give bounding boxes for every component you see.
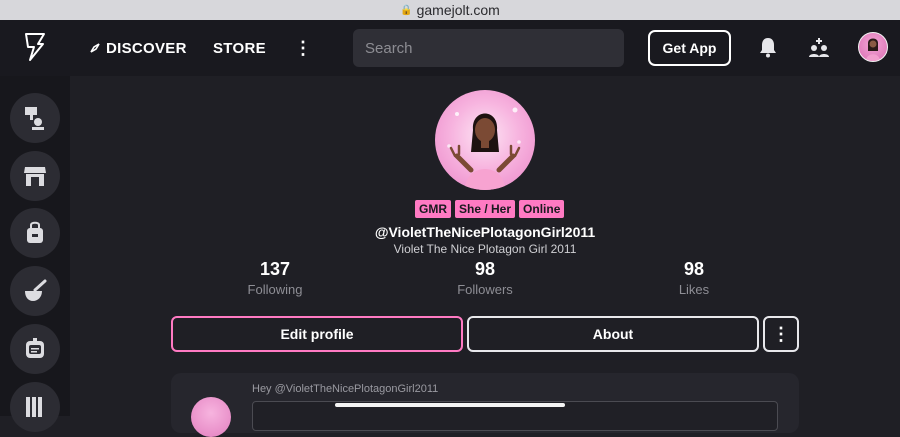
stat-followers-value: 98 bbox=[474, 259, 496, 279]
library-icon bbox=[26, 397, 42, 417]
tag-pronouns[interactable]: She / Her bbox=[455, 200, 516, 218]
composer-prompt: Hey @VioletTheNicePlotagonGirl2011 bbox=[252, 383, 439, 395]
mortar-icon bbox=[25, 279, 47, 301]
edit-profile-button[interactable]: Edit profile bbox=[171, 316, 463, 352]
browser-url-bar[interactable]: 🔒 gamejolt.com bbox=[0, 0, 900, 20]
avatar-figure-icon bbox=[866, 38, 880, 61]
tag-online: Online bbox=[519, 200, 565, 218]
bag-icon bbox=[27, 221, 43, 243]
home-indicator[interactable] bbox=[335, 403, 565, 407]
nav-store-label: STORE bbox=[213, 39, 266, 57]
about-button[interactable]: About bbox=[467, 316, 759, 352]
profile-avatar[interactable] bbox=[435, 90, 535, 190]
profile-more-options-icon[interactable]: ⋮ bbox=[763, 316, 799, 352]
composer-avatar bbox=[191, 397, 231, 437]
stat-following-label: Following bbox=[247, 282, 303, 297]
sidebar-item-inventory[interactable] bbox=[10, 208, 60, 258]
stat-followers-label: Followers bbox=[457, 282, 513, 297]
profile-avatar-figure-icon bbox=[447, 107, 521, 190]
stat-following[interactable]: 137 Following bbox=[215, 259, 335, 297]
tag-gmr[interactable]: GMR bbox=[415, 200, 451, 218]
stat-following-value: 137 bbox=[259, 259, 291, 279]
stat-likes[interactable]: 98 Likes bbox=[634, 259, 754, 297]
sidebar-item-quests[interactable] bbox=[10, 266, 60, 316]
sidebar-item-store[interactable] bbox=[10, 151, 60, 201]
bell-icon[interactable] bbox=[758, 36, 778, 58]
nav-discover-link[interactable]: DISCOVER bbox=[88, 20, 187, 76]
gamejolt-logo-icon[interactable] bbox=[24, 32, 46, 62]
profile-main: GMR She / Her Online @VioletTheNicePlota… bbox=[70, 76, 900, 437]
nav-discover-label: DISCOVER bbox=[106, 39, 187, 57]
sidebar-item-chat[interactable] bbox=[10, 324, 60, 374]
more-menu-icon[interactable]: ⋮ bbox=[294, 20, 312, 76]
get-app-button[interactable]: Get App bbox=[648, 30, 731, 66]
stat-likes-value: 98 bbox=[683, 259, 705, 279]
stat-likes-label: Likes bbox=[678, 282, 710, 297]
search-input[interactable] bbox=[353, 29, 624, 67]
sidebar-item-library[interactable] bbox=[10, 382, 60, 432]
store-front-icon bbox=[24, 167, 46, 186]
top-navigation-bar: DISCOVER STORE ⋮ Get App bbox=[0, 20, 900, 76]
url-text: gamejolt.com bbox=[416, 2, 500, 18]
profile-handle: @VioletTheNicePlotagonGirl2011 bbox=[374, 224, 596, 240]
profile-display-name: Violet The Nice Plotagon Girl 2011 bbox=[393, 242, 577, 256]
user-avatar[interactable] bbox=[858, 32, 888, 62]
realms-icon bbox=[25, 107, 44, 130]
sidebar bbox=[0, 76, 70, 432]
sidebar-item-realms[interactable] bbox=[10, 93, 60, 143]
profile-tags: GMR She / Her Online bbox=[415, 200, 565, 218]
stat-followers[interactable]: 98 Followers bbox=[425, 259, 545, 297]
robot-icon bbox=[26, 338, 44, 358]
compass-icon bbox=[90, 43, 100, 53]
lock-icon: 🔒 bbox=[400, 4, 413, 16]
nav-store-link[interactable]: STORE bbox=[213, 20, 266, 76]
friends-icon[interactable] bbox=[808, 36, 830, 58]
